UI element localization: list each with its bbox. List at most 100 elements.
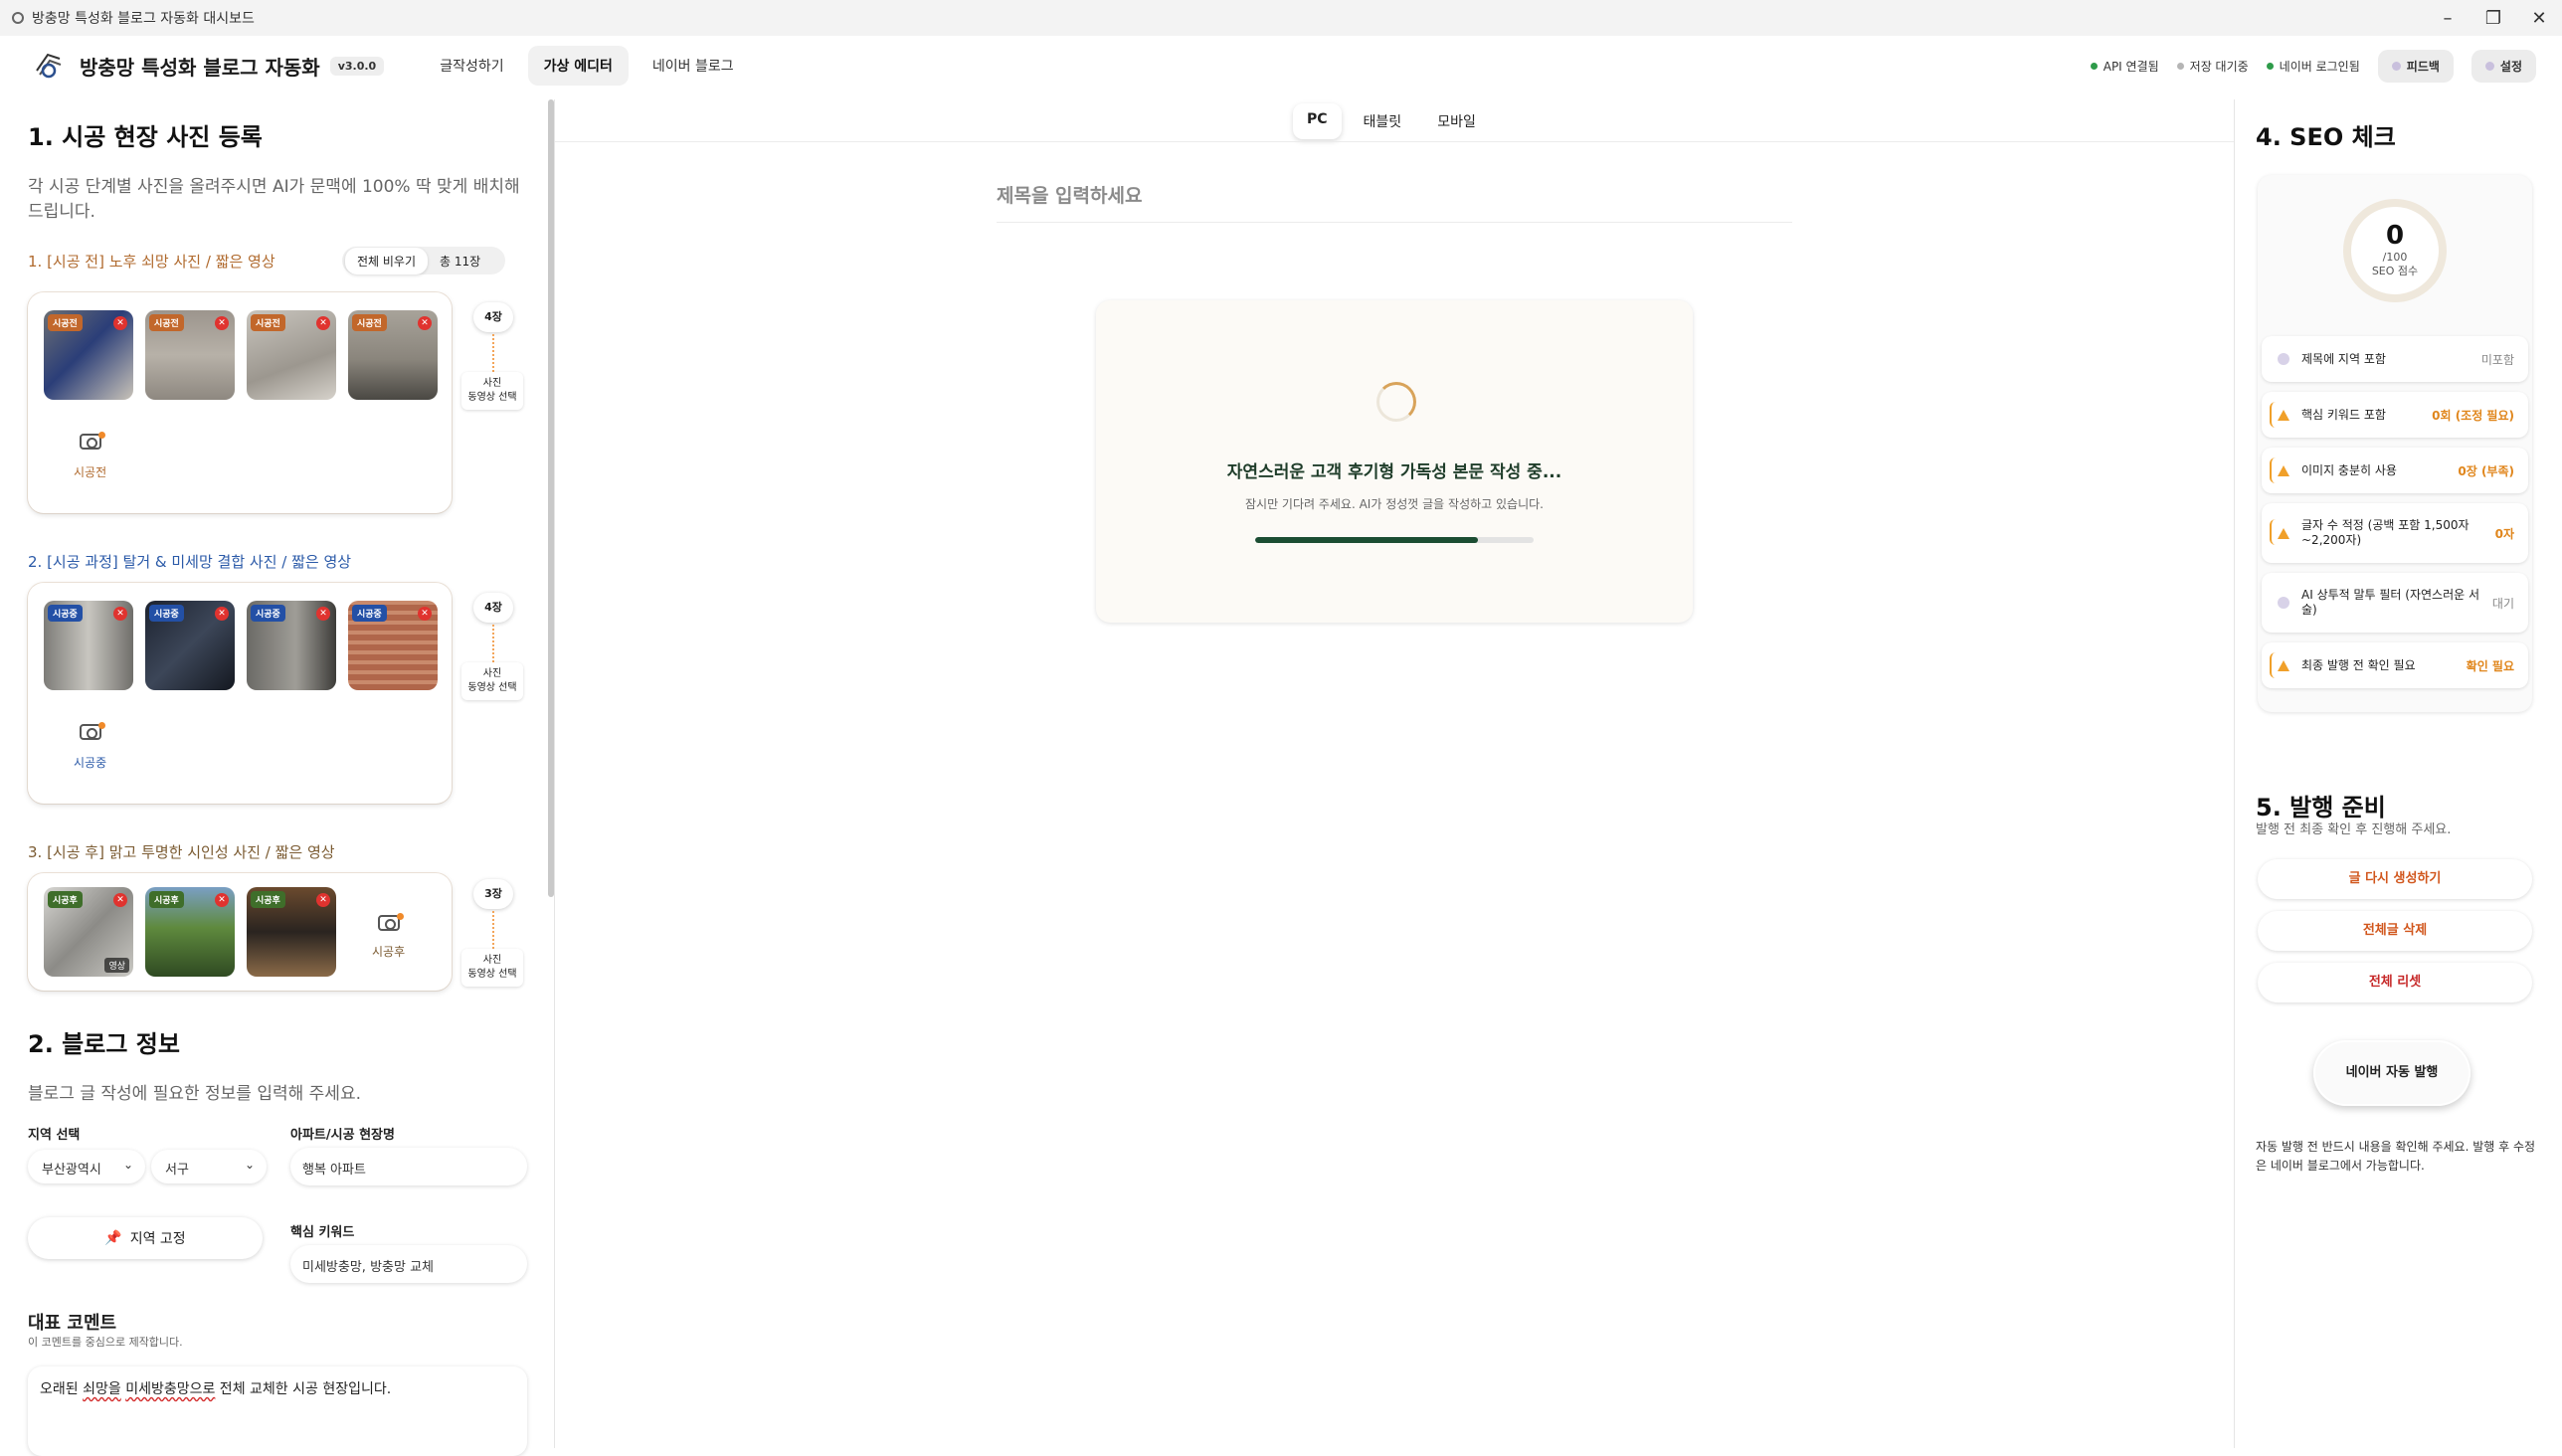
logo-icon <box>34 51 64 81</box>
tab-tablet[interactable]: 태블릿 <box>1350 103 1416 139</box>
maximize-button[interactable]: ❐ <box>2470 0 2516 36</box>
camera-icon <box>377 913 404 931</box>
remove-icon[interactable]: ✕ <box>113 316 127 330</box>
group1-card: 시공전 ✕ 시공전 ✕ 시공전 ✕ 시공전 ✕ 시공전 <box>28 292 452 513</box>
reset-all-button[interactable]: 전체 리셋 <box>2258 963 2532 1002</box>
comment-textarea[interactable]: 오래된 쇠망을 미세방충망으로 전체 교체한 시공 현장입니다. <box>28 1366 527 1456</box>
feedback-button[interactable]: 피드백 <box>2377 50 2454 83</box>
app-header: 방충망 특성화 블로그 자동화 v3.0.0 글작성하기 가상 에디터 네이버 … <box>0 36 2562 95</box>
status-dot-icon <box>2176 63 2184 70</box>
clear-all-button[interactable]: 전체 비우기 <box>345 247 429 274</box>
seo-item-name: 핵심 키워드 포함 <box>2301 407 2386 422</box>
photo-toggle[interactable]: 전체 비우기 총 11장 <box>342 247 505 274</box>
media-pick-button[interactable]: 사진 동영상 선택 <box>461 372 523 410</box>
tab-write[interactable]: 글작성하기 <box>424 46 519 86</box>
comment-text: 전체 교체한 시공 현장입니다. <box>215 1381 392 1397</box>
site-label: 아파트/시공 현장명 <box>290 1128 395 1143</box>
main-nav: 글작성하기 가상 에디터 네이버 블로그 <box>424 46 749 86</box>
seo-item: 핵심 키워드 포함 0회 (조정 필요) <box>2262 392 2528 438</box>
tab-virtual-editor[interactable]: 가상 에디터 <box>527 46 629 86</box>
tab-pc[interactable]: PC <box>1293 103 1342 139</box>
naver-publish-button[interactable]: 네이버 자동 발행 <box>2313 1040 2470 1106</box>
status-save-label: 저장 대기중 <box>2189 60 2249 74</box>
media-pick-button[interactable]: 사진 동영상 선택 <box>461 949 523 987</box>
photo-thumb[interactable]: 시공후 ✕ <box>247 887 336 977</box>
remove-icon[interactable]: ✕ <box>113 607 127 621</box>
region-city-value: 부산광역시 <box>42 1163 101 1178</box>
section1-desc: 각 시공 단계별 사진을 올려주시면 AI가 문맥에 100% 딱 맞게 배치해… <box>28 177 520 222</box>
minimize-button[interactable]: – <box>2425 0 2470 36</box>
photo-thumb[interactable]: 시공후 ✕ <box>145 887 235 977</box>
region-city-select[interactable]: 부산광역시 ⌄ <box>28 1150 145 1183</box>
close-button[interactable]: ✕ <box>2516 0 2562 36</box>
publish-note: 자동 발행 전 반드시 내용을 확인해 주세요. 발행 후 수정은 네이버 블로… <box>2256 1140 2536 1173</box>
seo-item-value: 0장 (부족) <box>2458 463 2514 478</box>
status-area: API 연결됨 저장 대기중 네이버 로그인됨 피드백 설정 <box>2090 50 2536 83</box>
remove-icon[interactable]: ✕ <box>316 893 330 907</box>
media-pick-button[interactable]: 사진 동영상 선택 <box>461 662 523 700</box>
status-dot-icon <box>2266 63 2274 70</box>
add-photo-button[interactable]: 시공전 <box>74 432 106 480</box>
remove-icon[interactable]: ✕ <box>316 316 330 330</box>
remove-icon[interactable]: ✕ <box>215 316 229 330</box>
comment-text: 오래된 <box>40 1381 84 1397</box>
add-photo-button[interactable]: 시공후 <box>372 913 405 960</box>
photo-thumb[interactable]: 시공전 ✕ <box>247 310 336 400</box>
remove-icon[interactable]: ✕ <box>418 607 432 621</box>
group3-card: 시공후 ✕ 영상 시공후 ✕ 시공후 ✕ 시공후 <box>28 873 452 991</box>
view-tabs: PC 태블릿 모바일 <box>1293 103 1490 139</box>
camera-icon <box>79 722 105 740</box>
site-input[interactable]: 행복 아파트 <box>290 1148 527 1185</box>
stage-tag: 시공후 <box>48 891 83 908</box>
seo-score: 0 <box>2385 221 2405 251</box>
comment-text: 미세방충망으로 <box>125 1381 216 1397</box>
settings-button[interactable]: 설정 <box>2470 50 2536 83</box>
seo-item-name: 글자 수 적정 (공백 포함 1,500자~2,200자) <box>2301 518 2470 547</box>
seo-item-name: AI 상투적 말투 필터 (자연스러운 서술) <box>2301 588 2480 617</box>
photo-thumb[interactable]: 시공중 ✕ <box>247 601 336 690</box>
stage-tag: 시공중 <box>352 605 387 622</box>
divider <box>2234 99 2235 1448</box>
section2-desc: 블로그 글 작성에 필요한 정보를 입력해 주세요. <box>28 1084 361 1104</box>
media-pick-label: 사진 <box>482 668 502 679</box>
remove-icon[interactable]: ✕ <box>113 893 127 907</box>
timeline-line <box>492 911 494 949</box>
delete-all-button[interactable]: 전체글 삭제 <box>2258 911 2532 951</box>
settings-label: 설정 <box>2499 60 2522 74</box>
tab-mobile[interactable]: 모바일 <box>1423 103 1490 139</box>
media-pick-sub: 동영상 선택 <box>467 969 517 980</box>
keyword-input[interactable]: 미세방충망, 방충망 교체 <box>290 1245 527 1283</box>
photo-thumb[interactable]: 시공중 ✕ <box>145 601 235 690</box>
photo-thumb[interactable]: 시공전 ✕ <box>44 310 133 400</box>
group3-count: 3장 <box>473 879 513 909</box>
seo-item-value: 0회 (조정 필요) <box>2432 408 2514 423</box>
title-input[interactable]: 제목을 입력하세요 <box>997 181 1792 223</box>
region-pin-button[interactable]: 📌 지역 고정 <box>28 1217 263 1259</box>
photo-thumb[interactable]: 시공후 ✕ 영상 <box>44 887 133 977</box>
remove-icon[interactable]: ✕ <box>215 893 229 907</box>
feedback-label: 피드백 <box>2406 60 2440 74</box>
progress-fill <box>1255 537 1478 543</box>
window-title: 방충망 특성화 블로그 자동화 대시보드 <box>32 11 255 27</box>
total-count: 총 11장 <box>440 254 481 269</box>
remove-icon[interactable]: ✕ <box>215 607 229 621</box>
region-district-select[interactable]: 서구 ⌄ <box>151 1150 267 1183</box>
group1-label: 1. [시공 전] 노후 쇠망 사진 / 짧은 영상 <box>28 253 275 271</box>
group2-count: 4장 <box>473 593 513 623</box>
warning-edge <box>2270 402 2276 428</box>
remove-icon[interactable]: ✕ <box>418 316 432 330</box>
photo-thumb[interactable]: 시공전 ✕ <box>348 310 438 400</box>
add-photo-button[interactable]: 시공중 <box>74 722 106 771</box>
pin-label: 지역 고정 <box>129 1231 186 1247</box>
photo-thumb[interactable]: 시공전 ✕ <box>145 310 235 400</box>
tab-naver-blog[interactable]: 네이버 블로그 <box>637 46 750 86</box>
photo-thumb[interactable]: 시공중 ✕ <box>348 601 438 690</box>
loading-card: 자연스러운 고객 후기형 가독성 본문 작성 중... 잠시만 기다려 주세요.… <box>1096 300 1693 623</box>
divider <box>554 99 555 1448</box>
stage-tag: 시공후 <box>149 891 184 908</box>
stage-tag: 시공전 <box>251 314 285 331</box>
regenerate-button[interactable]: 글 다시 생성하기 <box>2258 859 2532 899</box>
remove-icon[interactable]: ✕ <box>316 607 330 621</box>
chevron-down-icon: ⌄ <box>244 1158 255 1172</box>
photo-thumb[interactable]: 시공중 ✕ <box>44 601 133 690</box>
